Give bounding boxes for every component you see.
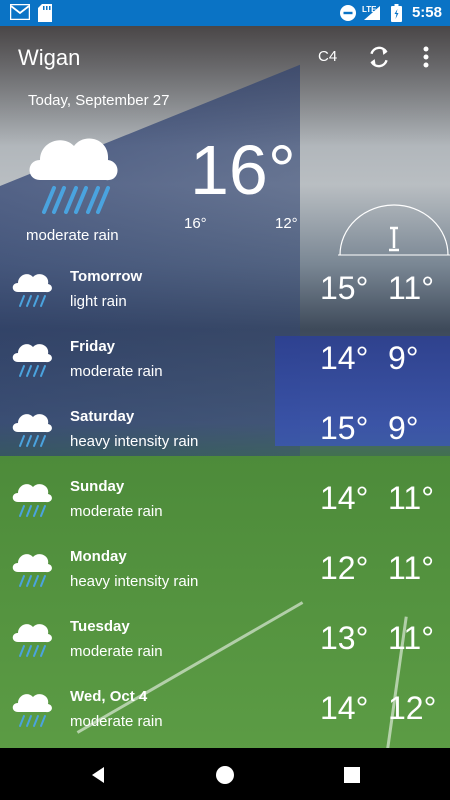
recents-icon[interactable] xyxy=(341,764,363,786)
forecast-high: 15° xyxy=(320,270,369,306)
forecast-row[interactable]: Monday heavy intensity rain 12° 11° xyxy=(0,548,450,618)
forecast-desc: heavy intensity rain xyxy=(70,433,199,450)
forecast-row[interactable]: Friday moderate rain 14° 9° xyxy=(0,338,450,408)
rain-cloud-icon xyxy=(12,344,52,377)
forecast-desc: moderate rain xyxy=(70,503,163,520)
back-icon[interactable] xyxy=(88,764,110,786)
unit-code-button[interactable]: C4 xyxy=(318,48,337,65)
clock: 5:58 xyxy=(411,4,442,21)
forecast-desc: heavy intensity rain xyxy=(70,573,199,590)
forecast-row[interactable]: Tuesday moderate rain 13° 11° xyxy=(0,618,450,688)
refresh-icon[interactable] xyxy=(366,44,392,70)
current-date: Today, September 27 xyxy=(28,92,170,109)
forecast-day: Tomorrow xyxy=(70,268,143,285)
forecast-high: 12° xyxy=(320,550,369,586)
more-options-icon[interactable] xyxy=(418,44,434,70)
rain-cloud-icon xyxy=(12,414,52,447)
forecast-row[interactable]: Sunday moderate rain 14° 11° xyxy=(0,478,450,548)
current-condition: moderate rain xyxy=(26,227,119,244)
forecast-high: 14° xyxy=(320,690,369,726)
rain-cloud-icon xyxy=(12,694,52,727)
forecast-high: 14° xyxy=(320,340,369,376)
forecast-row[interactable]: Saturday heavy intensity rain 15° 9° xyxy=(0,408,450,478)
city-name[interactable]: Wigan xyxy=(18,45,80,71)
rain-cloud-icon xyxy=(12,274,52,307)
forecast-low: 9° xyxy=(388,410,419,446)
rain-cloud-icon xyxy=(29,138,118,214)
forecast-low: 11° xyxy=(388,480,435,516)
today-high: 16° xyxy=(184,215,207,232)
forecast-desc: light rain xyxy=(70,293,127,310)
today-low: 12° xyxy=(275,215,298,232)
forecast-day: Sunday xyxy=(70,478,125,495)
forecast-high: 14° xyxy=(320,480,369,516)
dnd-icon xyxy=(340,5,356,21)
system-nav-bar xyxy=(0,748,450,800)
forecast-high: 13° xyxy=(320,620,369,656)
forecast-desc: moderate rain xyxy=(70,713,163,730)
forecast-day: Tuesday xyxy=(70,618,130,635)
forecast-day: Saturday xyxy=(70,408,135,425)
forecast-row[interactable]: Tomorrow light rain 15° 11° xyxy=(0,268,450,338)
forecast-desc: moderate rain xyxy=(70,643,163,660)
status-bar: LTE 5:58 xyxy=(0,0,450,26)
forecast-low: 12° xyxy=(388,690,437,726)
forecast-low: 11° xyxy=(388,620,435,656)
forecast-desc: moderate rain xyxy=(70,363,163,380)
current-temperature: 16° xyxy=(190,131,296,209)
gmail-icon xyxy=(10,4,30,20)
home-icon[interactable] xyxy=(214,764,236,786)
forecast-day: Friday xyxy=(70,338,116,355)
forecast-low: 11° xyxy=(388,550,435,586)
battery-icon xyxy=(391,4,402,22)
rain-cloud-icon xyxy=(12,484,52,517)
forecast-day: Wed, Oct 4 xyxy=(70,688,148,705)
forecast-low: 9° xyxy=(388,340,419,376)
sd-card-icon xyxy=(38,4,52,22)
sun-position-arc-icon xyxy=(338,204,450,256)
rain-cloud-icon xyxy=(12,554,52,587)
forecast-low: 11° xyxy=(388,270,435,306)
forecast-day: Monday xyxy=(70,548,127,565)
signal-icon xyxy=(364,6,380,20)
rain-cloud-icon xyxy=(12,624,52,657)
forecast-high: 15° xyxy=(320,410,369,446)
